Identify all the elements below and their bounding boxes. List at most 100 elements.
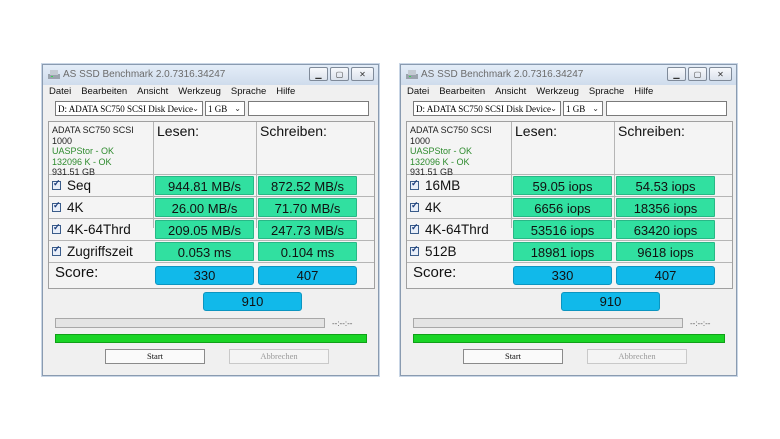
write-value: 54.53 iops [616, 176, 715, 195]
test-row-4k-64thrd: 4K-64Thrd [49, 219, 131, 240]
minimize-button[interactable]: ▁ [309, 67, 328, 81]
checkbox-4k[interactable] [52, 200, 61, 212]
score-read: 330 [513, 266, 612, 285]
test-label: 4K [425, 200, 442, 215]
test-label: 512B [425, 244, 457, 259]
maximize-button[interactable]: ▢ [330, 67, 349, 81]
status-textbox[interactable] [248, 101, 369, 116]
read-value: 18981 iops [513, 242, 612, 261]
drive-info: ADATA SC750 SCSI 1000 UASPStor - OK 1320… [407, 122, 511, 178]
start-button[interactable]: Start [105, 349, 205, 364]
drive-select[interactable]: D: ADATA SC750 SCSI Disk Device ⌄ [413, 101, 561, 116]
read-value: 53516 iops [513, 220, 612, 239]
checkbox-16mb[interactable] [410, 178, 419, 190]
close-icon: ✕ [717, 70, 724, 79]
menu-datei[interactable]: Datei [49, 86, 71, 100]
menu-sprache[interactable]: Sprache [589, 86, 624, 100]
benchmark-window-iops: AS SSD Benchmark 2.0.7316.34247 ▁ ▢ ✕ Da… [400, 64, 737, 376]
menu-datei[interactable]: Datei [407, 86, 429, 100]
title-bar[interactable]: AS SSD Benchmark 2.0.7316.34247 ▁ ▢ ✕ [43, 65, 378, 85]
test-row-4k: 4K [49, 197, 84, 218]
menu-bearbeiten[interactable]: Bearbeiten [81, 86, 127, 100]
progress-bar [55, 318, 325, 328]
menu-ansicht[interactable]: Ansicht [137, 86, 168, 100]
driver-status: UASPStor - OK [410, 146, 473, 156]
checkbox-access-time[interactable] [52, 244, 61, 256]
read-value: 944.81 MB/s [155, 176, 254, 195]
chevron-down-icon: ⌄ [192, 104, 199, 113]
abort-button[interactable]: Abbrechen [229, 349, 329, 364]
driver-status: UASPStor - OK [52, 146, 115, 156]
drive-select[interactable]: D: ADATA SC750 SCSI Disk Device ⌄ [55, 101, 203, 116]
drive-model: ADATA SC750 SCSI [52, 125, 134, 135]
write-value: 247.73 MB/s [258, 220, 357, 239]
menu-werkzeug[interactable]: Werkzeug [178, 86, 221, 100]
score-total: 910 [561, 292, 660, 311]
test-label: Seq [67, 178, 92, 193]
close-button[interactable]: ✕ [351, 67, 374, 81]
score-label: Score: [413, 264, 457, 281]
read-value: 0.053 ms [155, 242, 254, 261]
alignment-status: 132096 K - OK [52, 156, 112, 167]
toolbar: D: ADATA SC750 SCSI Disk Device ⌄ 1 GB ⌄ [401, 100, 736, 118]
test-row-access-time: Zugriffszeit [49, 241, 133, 262]
write-value: 63420 iops [616, 220, 715, 239]
menu-hilfe[interactable]: Hilfe [276, 86, 295, 100]
checkbox-4k[interactable] [410, 200, 419, 212]
menu-werkzeug[interactable]: Werkzeug [536, 86, 579, 100]
close-button[interactable]: ✕ [709, 67, 732, 81]
menu-sprache[interactable]: Sprache [231, 86, 266, 100]
menu-bar: Datei Bearbeiten Ansicht Werkzeug Sprach… [43, 86, 378, 100]
results-grid: ADATA SC750 SCSI 1000 UASPStor - OK 1320… [48, 121, 375, 289]
menu-bar: Datei Bearbeiten Ansicht Werkzeug Sprach… [401, 86, 736, 100]
test-row-seq: Seq [49, 175, 91, 196]
window-title: AS SSD Benchmark 2.0.7316.34247 [421, 69, 584, 80]
toolbar: D: ADATA SC750 SCSI Disk Device ⌄ 1 GB ⌄ [43, 100, 378, 118]
score-write: 407 [258, 266, 357, 285]
test-row-4k-64thrd: 4K-64Thrd [407, 219, 489, 240]
read-value: 6656 iops [513, 198, 612, 217]
menu-ansicht[interactable]: Ansicht [495, 86, 526, 100]
title-bar[interactable]: AS SSD Benchmark 2.0.7316.34247 ▁ ▢ ✕ [401, 65, 736, 85]
read-value: 209.05 MB/s [155, 220, 254, 239]
menu-hilfe[interactable]: Hilfe [634, 86, 653, 100]
write-header: Schreiben: [618, 123, 685, 139]
size-select[interactable]: 1 GB ⌄ [205, 101, 245, 116]
checkbox-4k-64thrd[interactable] [410, 222, 419, 234]
menu-bearbeiten[interactable]: Bearbeiten [439, 86, 485, 100]
progress-bar [413, 318, 683, 328]
write-value: 18356 iops [616, 198, 715, 217]
minimize-icon: ▁ [315, 70, 322, 79]
timer: --:--:-- [690, 319, 711, 328]
status-textbox[interactable] [606, 101, 727, 116]
read-header: Lesen: [515, 123, 558, 139]
drive-firmware: 1000 [52, 135, 73, 146]
test-row-512b: 512B [407, 241, 457, 262]
write-value: 872.52 MB/s [258, 176, 357, 195]
checkbox-seq[interactable] [52, 178, 61, 190]
maximize-icon: ▢ [335, 70, 344, 79]
checkbox-512b[interactable] [410, 244, 419, 256]
test-label: Zugriffszeit [67, 244, 133, 259]
minimize-icon: ▁ [673, 70, 680, 79]
window-title: AS SSD Benchmark 2.0.7316.34247 [63, 69, 226, 80]
write-header: Schreiben: [260, 123, 327, 139]
status-bar-green [55, 334, 367, 343]
maximize-button[interactable]: ▢ [688, 67, 707, 81]
app-icon [48, 70, 60, 79]
read-value: 26.00 MB/s [155, 198, 254, 217]
maximize-icon: ▢ [693, 70, 702, 79]
read-value: 59.05 iops [513, 176, 612, 195]
drive-firmware: 1000 [410, 135, 431, 146]
start-button[interactable]: Start [463, 349, 563, 364]
chevron-down-icon: ⌄ [550, 104, 557, 113]
status-bar-green [413, 334, 725, 343]
alignment-status: 132096 K - OK [410, 156, 470, 167]
test-label: 4K [67, 200, 84, 215]
write-value: 9618 iops [616, 242, 715, 261]
checkbox-4k-64thrd[interactable] [52, 222, 61, 234]
abort-button[interactable]: Abbrechen [587, 349, 687, 364]
size-select[interactable]: 1 GB ⌄ [563, 101, 603, 116]
drive-model: ADATA SC750 SCSI [410, 125, 492, 135]
minimize-button[interactable]: ▁ [667, 67, 686, 81]
